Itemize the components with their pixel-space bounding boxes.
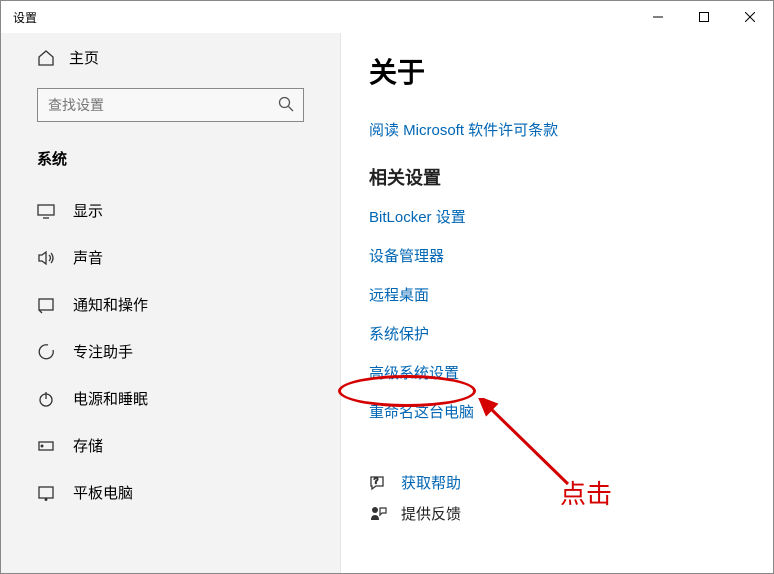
sound-icon — [37, 249, 55, 267]
close-button[interactable] — [727, 1, 773, 33]
link-bitlocker[interactable]: BitLocker 设置 — [369, 206, 745, 227]
feedback-link[interactable]: 提供反馈 — [401, 503, 461, 524]
sidebar-item-label: 声音 — [73, 247, 103, 268]
titlebar: 设置 — [1, 1, 773, 33]
sidebar-item-label: 电源和睡眠 — [73, 388, 148, 409]
sidebar-section-title: 系统 — [1, 138, 340, 187]
link-device-manager[interactable]: 设备管理器 — [369, 245, 745, 266]
sidebar-item-tablet[interactable]: 平板电脑 — [1, 469, 340, 516]
sidebar-item-display[interactable]: 显示 — [1, 187, 340, 234]
sidebar-item-storage[interactable]: 存储 — [1, 422, 340, 469]
storage-icon — [37, 437, 55, 455]
home-icon — [37, 49, 55, 67]
sidebar-item-label: 显示 — [73, 200, 103, 221]
link-advanced-system-settings[interactable]: 高级系统设置 — [369, 362, 745, 383]
maximize-button[interactable] — [681, 1, 727, 33]
window-title: 设置 — [13, 9, 37, 26]
focus-icon — [37, 343, 55, 361]
sidebar-item-label: 专注助手 — [73, 341, 133, 362]
sidebar: 主页 系统 显示 声音 通知和操作 — [1, 33, 341, 573]
notification-icon — [37, 296, 55, 314]
feedback-icon — [369, 505, 387, 523]
power-icon — [37, 390, 55, 408]
sidebar-item-sound[interactable]: 声音 — [1, 234, 340, 281]
sidebar-item-notifications[interactable]: 通知和操作 — [1, 281, 340, 328]
help-icon: ? — [369, 474, 387, 492]
content-area: 关于 阅读 Microsoft 软件许可条款 相关设置 BitLocker 设置… — [341, 33, 773, 573]
help-link[interactable]: 获取帮助 — [401, 472, 461, 493]
link-system-protection[interactable]: 系统保护 — [369, 323, 745, 344]
search-icon — [278, 96, 294, 112]
sidebar-item-label: 通知和操作 — [73, 294, 148, 315]
display-icon — [37, 202, 55, 220]
sidebar-item-label: 平板电脑 — [73, 482, 133, 503]
search-input[interactable] — [37, 88, 304, 122]
home-label: 主页 — [69, 47, 99, 68]
page-title: 关于 — [369, 51, 745, 91]
sidebar-item-focus[interactable]: 专注助手 — [1, 328, 340, 375]
home-button[interactable]: 主页 — [1, 33, 340, 76]
related-settings-heading: 相关设置 — [369, 164, 745, 190]
license-link[interactable]: 阅读 Microsoft 软件许可条款 — [369, 119, 745, 140]
minimize-button[interactable] — [635, 1, 681, 33]
tablet-icon — [37, 484, 55, 502]
sidebar-item-power[interactable]: 电源和睡眠 — [1, 375, 340, 422]
sidebar-item-label: 存储 — [73, 435, 103, 456]
link-rename-pc[interactable]: 重命名这台电脑 — [369, 401, 745, 422]
svg-text:?: ? — [374, 476, 379, 485]
link-remote-desktop[interactable]: 远程桌面 — [369, 284, 745, 305]
